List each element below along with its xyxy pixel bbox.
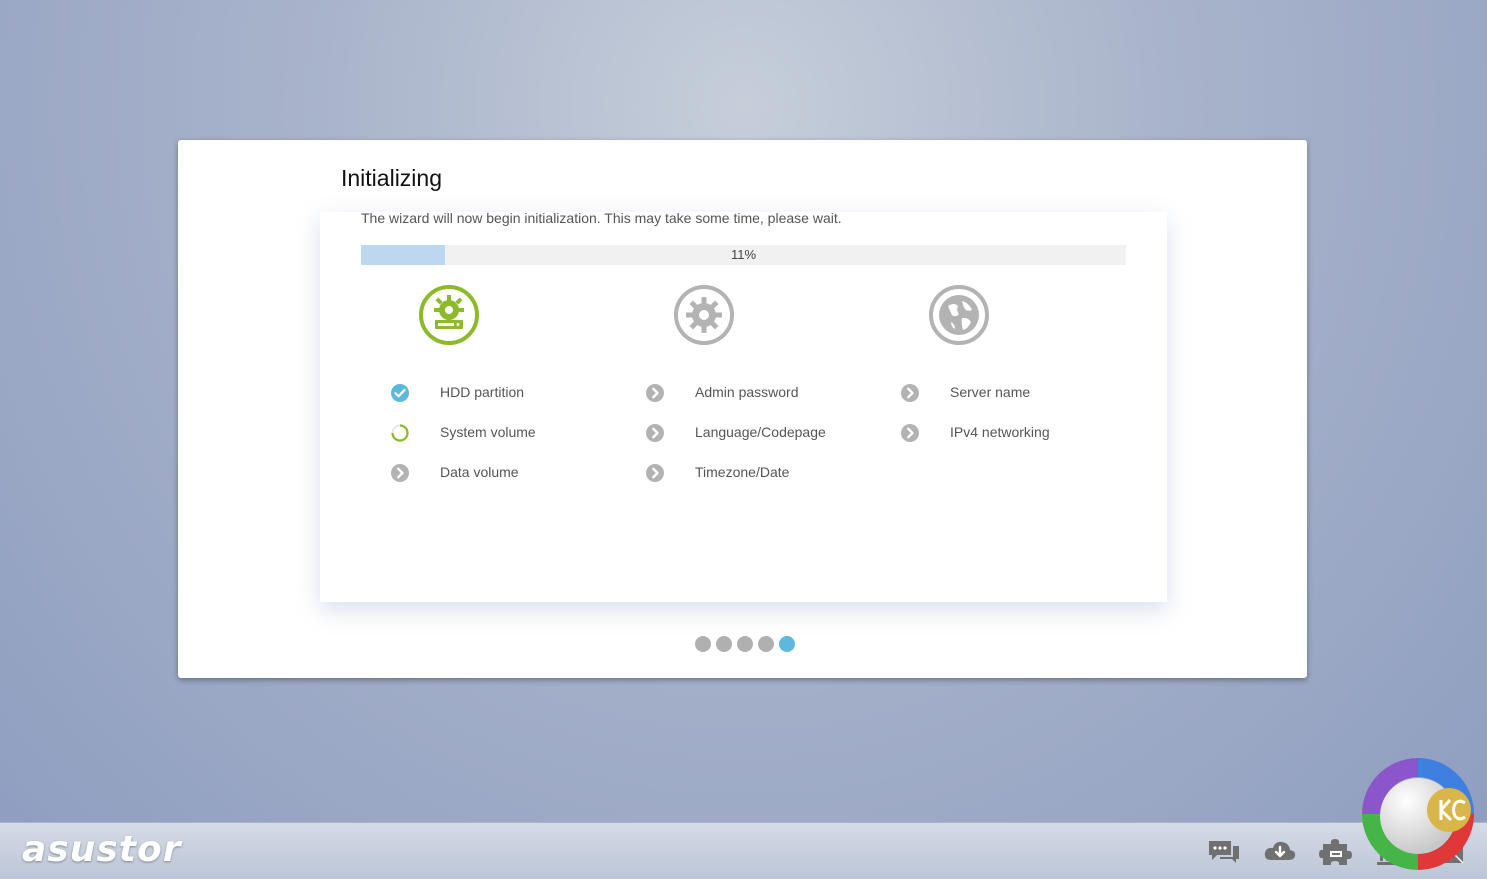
step-label: IPv4 networking bbox=[950, 424, 1050, 440]
chevron-right-circle-icon bbox=[901, 384, 919, 402]
chevron-right-circle-icon bbox=[646, 424, 664, 442]
step-admin-password: Admin password bbox=[645, 382, 875, 404]
setup-wizard-dialog: Initializing The wizard will now begin i… bbox=[178, 140, 1307, 678]
check-circle-icon bbox=[391, 384, 409, 402]
brand-logo: asustor bbox=[22, 829, 182, 870]
step-ipv4-networking: IPv4 networking bbox=[900, 422, 1130, 444]
step-label: Language/Codepage bbox=[695, 424, 826, 440]
chevron-right-circle-icon bbox=[391, 464, 409, 482]
wizard-panel: The wizard will now begin initialization… bbox=[320, 210, 1167, 602]
cloud-download-icon[interactable] bbox=[1263, 838, 1297, 866]
taskbar: asustor bbox=[0, 822, 1487, 879]
page-dot-2[interactable] bbox=[716, 636, 732, 652]
progress-bar: 11% bbox=[361, 245, 1126, 265]
chat-icon[interactable] bbox=[1207, 838, 1241, 866]
step-data-volume: Data volume bbox=[390, 462, 620, 484]
chevron-right-circle-icon bbox=[646, 384, 664, 402]
hdd-gear-icon bbox=[419, 285, 479, 345]
puzzle-icon[interactable] bbox=[1319, 838, 1353, 866]
chevron-right-circle-icon bbox=[901, 424, 919, 442]
step-label: Server name bbox=[950, 384, 1031, 400]
page-dot-5[interactable] bbox=[779, 636, 795, 652]
step-label: System volume bbox=[440, 424, 536, 440]
progress-percent: 11% bbox=[730, 247, 757, 262]
gear-icon bbox=[674, 285, 734, 345]
step-hdd-partition: HDD partition bbox=[390, 382, 620, 404]
page-dot-3[interactable] bbox=[737, 636, 753, 652]
kg-watermark-logo bbox=[1362, 758, 1474, 870]
step-label: Admin password bbox=[695, 384, 799, 400]
loading-spinner-icon bbox=[391, 424, 409, 442]
step-timezone-date: Timezone/Date bbox=[645, 462, 875, 484]
step-server-name: Server name bbox=[900, 382, 1130, 404]
step-system-volume: System volume bbox=[390, 422, 620, 444]
globe-icon bbox=[929, 285, 989, 345]
page-dot-1[interactable] bbox=[695, 636, 711, 652]
wizard-description: The wizard will now begin initialization… bbox=[361, 210, 842, 226]
chevron-right-circle-icon bbox=[646, 464, 664, 482]
dialog-title: Initializing bbox=[341, 165, 442, 191]
step-label: HDD partition bbox=[440, 384, 525, 400]
step-label: Timezone/Date bbox=[695, 464, 790, 480]
step-language-codepage: Language/Codepage bbox=[645, 422, 875, 444]
page-dot-4[interactable] bbox=[758, 636, 774, 652]
step-label: Data volume bbox=[440, 464, 519, 480]
